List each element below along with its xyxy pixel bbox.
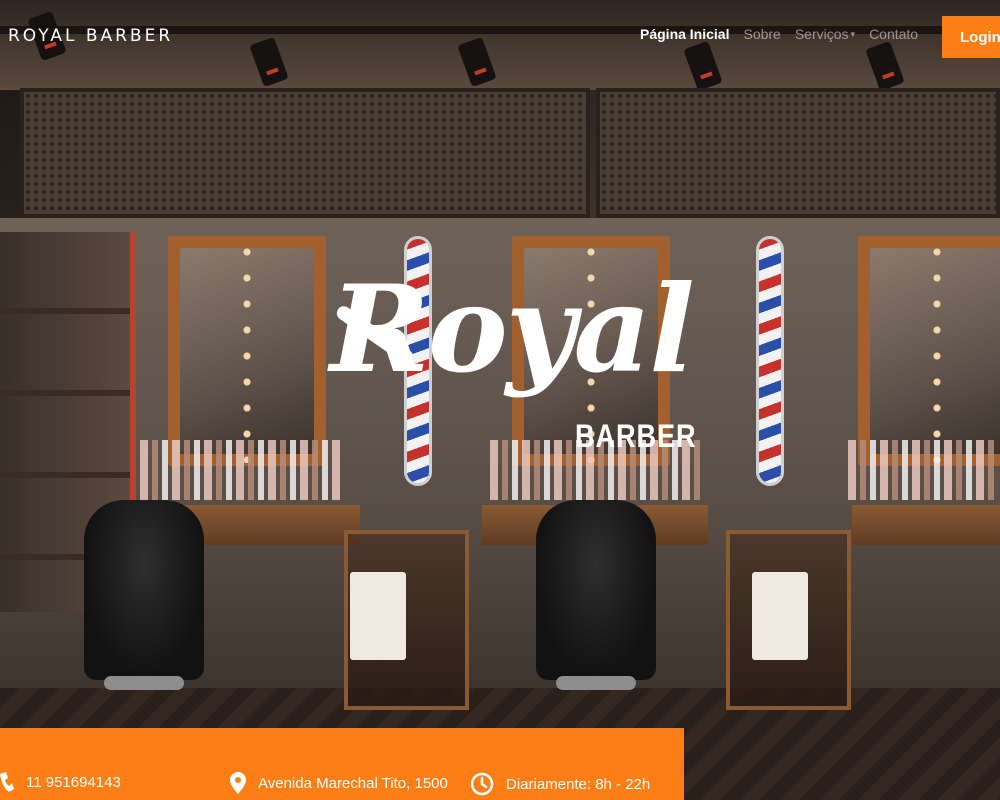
nav-link-home[interactable]: Página Inicial (640, 26, 729, 42)
hex-panel (20, 88, 590, 218)
nav-link-about[interactable]: Sobre (743, 26, 780, 42)
brand-logo[interactable]: ROYAL BARBER (8, 26, 173, 46)
nav-link-label: Contato (869, 26, 919, 42)
navbar: ROYAL BARBER Página Inicial Sobre Serviç… (0, 0, 1000, 72)
chevron-down-icon: ▾ (850, 28, 856, 39)
nav-links: Página Inicial Sobre Serviços ▾ Contato (640, 26, 918, 42)
towel (752, 572, 808, 660)
address-text: Avenida Marechal Tito, 1500 (258, 774, 448, 792)
barber-chair (536, 500, 656, 690)
phone-info[interactable]: 11 951694143 (0, 772, 121, 792)
hero-logo: Royal BARBER (330, 270, 700, 468)
counter (852, 505, 1000, 545)
product-bottles (140, 440, 340, 500)
nav-link-contact[interactable]: Contato (869, 26, 918, 42)
product-bottles (848, 440, 998, 500)
mirror (858, 236, 1000, 466)
hero-section: ROYAL BARBER Página Inicial Sobre Serviç… (0, 0, 1000, 800)
hours-text: Diariamente: 8h - 22h (506, 775, 651, 793)
nav-link-services[interactable]: Serviços ▾ (795, 26, 855, 42)
logo-script-text: Royal (330, 259, 695, 400)
nav-link-label: Sobre (743, 26, 781, 42)
phone-icon (0, 772, 14, 792)
barber-pole (756, 236, 784, 486)
nav-link-label: Serviços (794, 26, 849, 42)
logo-sub-text: BARBER (575, 418, 697, 454)
phone-text: 11 951694143 (26, 773, 121, 791)
mirror (168, 236, 326, 466)
address-info[interactable]: Avenida Marechal Tito, 1500 (230, 772, 448, 794)
hours-info: Diariamente: 8h - 22h (470, 772, 650, 796)
nav-link-label: Página Inicial (640, 26, 730, 42)
clock-icon (470, 772, 494, 796)
barber-chair (84, 500, 204, 690)
hex-panel (596, 88, 1000, 218)
info-bar: 11 951694143 Avenida Marechal Tito, 1500… (0, 728, 684, 800)
map-pin-icon (230, 772, 246, 794)
towel (350, 572, 406, 660)
login-button[interactable]: Login (942, 16, 1000, 58)
